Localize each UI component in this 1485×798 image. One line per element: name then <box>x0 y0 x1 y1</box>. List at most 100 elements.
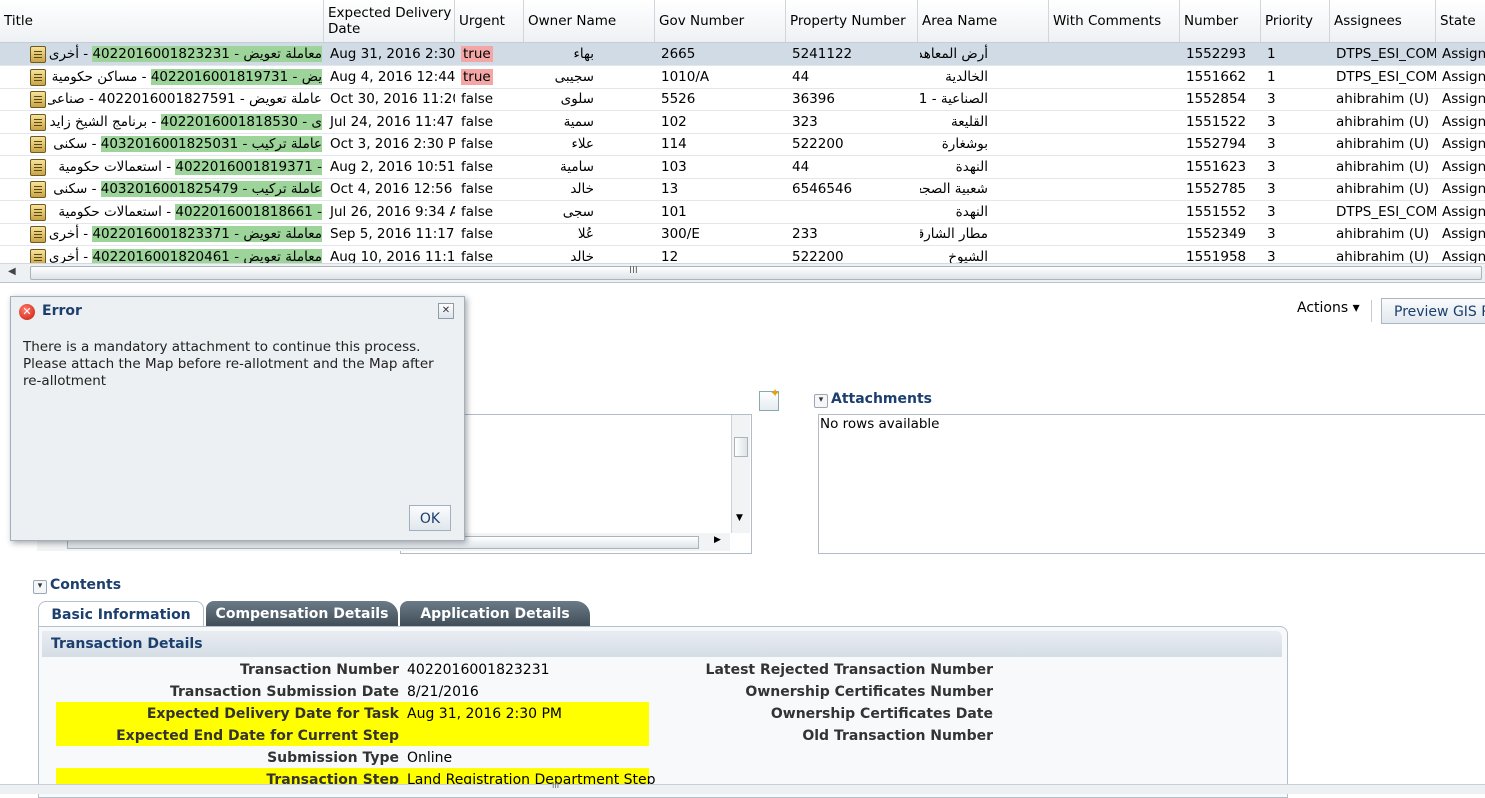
table-row[interactable]: - 4022016001819371 - استعمالات حكومية Aug… <box>0 156 1485 179</box>
table-row[interactable]: معاملة تعويض - 4022016001823371 - أخرى Se… <box>0 223 1485 246</box>
number-cell: 1551623 <box>1186 158 1247 175</box>
dialog-title: Error <box>42 303 82 319</box>
priority-cell: 3 <box>1267 181 1276 197</box>
column-header[interactable]: Property Number <box>786 0 918 42</box>
task-icon <box>30 158 46 176</box>
clipped-field-row: Transaction Step Land Registration Depar… <box>0 768 1485 784</box>
urgent-cell: false <box>457 88 524 110</box>
comments-cell <box>1051 111 1180 133</box>
date-cell: Oct 4, 2016 12:56 P <box>330 181 455 197</box>
table-row[interactable]: عاملة تركيب - 4032016001825479 - سكنى Oct… <box>0 178 1485 201</box>
priority-cell: 3 <box>1267 158 1276 175</box>
title-part: - سكنى <box>53 136 101 152</box>
table-row[interactable]: ى - 4022016001818530 - برنامج الشيخ زايد… <box>0 111 1485 134</box>
title-part: معاملة تعويض - 4022016001823371 <box>92 226 322 242</box>
scroll-down-icon[interactable]: ▼ <box>736 513 743 523</box>
table-row[interactable]: يض - 4022016001819731 - مساكن حكومية Aug … <box>0 66 1485 89</box>
column-header[interactable]: Number <box>1180 0 1261 42</box>
close-icon[interactable]: ✕ <box>438 303 454 319</box>
section-title: Transaction Details <box>51 636 203 652</box>
priority-cell: 3 <box>1267 226 1276 242</box>
assignee-cell: ahibrahim (U) <box>1336 181 1430 197</box>
table-row[interactable]: عاملة تركيب - 4032016001825031 - سكنى Oct… <box>0 133 1485 156</box>
assignee-cell: ahibrahim (U) <box>1336 158 1430 175</box>
title-part: - استعمالات حكومية <box>58 158 176 175</box>
preview-gis-plot-button[interactable]: Preview GIS Plo <box>1381 298 1485 324</box>
area-cell: الخالدية <box>945 68 988 85</box>
title-cell[interactable]: عاملة تعويض - 4022016001827591 - صناعى <box>48 88 322 110</box>
column-header[interactable]: Expected Delivery Date <box>324 0 455 42</box>
actions-menu[interactable]: Actions ▾ <box>1297 300 1360 316</box>
title-cell[interactable]: - 4022016001818661 - استعمالات حكومية <box>48 201 322 223</box>
comments-vertical-scrollbar[interactable]: ▼ <box>731 415 750 533</box>
column-header[interactable]: Gov Number <box>655 0 786 42</box>
number-cell: 1551552 <box>1186 203 1247 220</box>
column-header[interactable]: Priority <box>1261 0 1330 42</box>
field-label: Ownership Certificates Number <box>745 684 993 700</box>
table-row[interactable]: - 4022016001818661 - استعمالات حكومية Jul… <box>0 201 1485 224</box>
date-cell: Aug 4, 2016 12:44 P <box>330 68 455 85</box>
column-header[interactable]: Owner Name <box>524 0 655 42</box>
tab-compensation-details[interactable]: Compensation Details <box>206 601 398 627</box>
comments-cell <box>1051 223 1180 245</box>
date-cell: Jul 26, 2016 9:34 AM <box>330 203 455 220</box>
owner-cell: سجى <box>562 203 594 220</box>
column-header[interactable]: Assignees <box>1330 0 1436 42</box>
scroll-thumb[interactable] <box>734 437 748 457</box>
field-label: Transaction Number <box>239 662 399 678</box>
column-header[interactable]: With Comments <box>1049 0 1180 42</box>
gov-cell: 102 <box>661 113 687 130</box>
column-header[interactable]: Urgent <box>455 0 524 42</box>
task-icon <box>30 68 46 86</box>
column-header[interactable]: Area Name <box>918 0 1049 42</box>
title-cell[interactable]: - 4022016001819371 - استعمالات حكومية <box>48 156 322 178</box>
title-cell[interactable]: ى - 4022016001818530 - برنامج الشيخ زايد <box>48 111 322 133</box>
scroll-grip: III <box>552 781 560 790</box>
state-cell: Assigne <box>1442 91 1485 107</box>
number-cell: 1552785 <box>1186 181 1247 197</box>
task-icon <box>30 203 46 221</box>
scroll-thumb[interactable]: III <box>30 265 1482 280</box>
title-part: - سكنى <box>53 181 101 197</box>
urgent-value: false <box>461 203 494 220</box>
scroll-right-icon[interactable]: ▶ <box>714 535 721 545</box>
title-cell[interactable]: عاملة تركيب - 4032016001825479 - سكنى <box>48 178 322 200</box>
task-icon <box>30 226 46 243</box>
date-cell: Sep 5, 2016 11:17 A <box>330 226 455 242</box>
title-cell[interactable]: عاملة تركيب - 4032016001825031 - سكنى <box>48 133 322 155</box>
field-label: Expected Delivery Date for Task <box>146 706 399 722</box>
tab-application-details[interactable]: Application Details <box>400 601 590 627</box>
comments-cell <box>1051 88 1180 110</box>
chevron-down-icon[interactable]: ▾ <box>33 580 47 594</box>
comments-cell <box>1051 201 1180 223</box>
state-cell: Assigne <box>1442 203 1485 220</box>
urgent-cell: false <box>457 133 524 155</box>
title-cell[interactable]: معاملة تعويض - 4022016001823231 - أخرى <box>48 43 322 65</box>
tab-basic-information[interactable]: Basic Information <box>38 601 204 627</box>
column-header[interactable]: State <box>1436 0 1485 42</box>
attachments-list <box>818 414 1485 554</box>
table-row[interactable]: معاملة تعويض - 4022016001823231 - أخرى Au… <box>0 43 1485 66</box>
date-cell: Aug 2, 2016 10:51 A <box>330 158 455 175</box>
comments-cell <box>1051 156 1180 178</box>
title-part: - صناعى <box>48 91 99 107</box>
attachments-header[interactable]: ▾ Attachments <box>814 391 932 408</box>
chevron-down-icon[interactable]: ▾ <box>814 394 828 408</box>
urgent-cell: true <box>457 43 524 65</box>
task-icon <box>30 136 46 153</box>
title-cell[interactable]: يض - 4022016001819731 - مساكن حكومية <box>48 66 322 88</box>
gov-cell: 101 <box>661 203 687 220</box>
scroll-grip: III <box>629 265 638 276</box>
prop-cell: 323 <box>792 113 818 130</box>
column-header[interactable]: Title <box>0 0 324 42</box>
field-value: Online <box>407 750 453 766</box>
title-cell[interactable]: معاملة تعويض - 4022016001823371 - أخرى <box>48 223 322 245</box>
scroll-left-icon[interactable]: ◀ <box>8 266 16 277</box>
ok-button[interactable]: OK <box>409 505 451 531</box>
contents-header[interactable]: ▾ Contents <box>33 577 121 594</box>
toolbar-divider <box>1371 300 1372 322</box>
task-icon <box>30 181 46 198</box>
add-note-icon[interactable] <box>759 386 780 411</box>
table-row[interactable]: عاملة تعويض - 4022016001827591 - صناعى Oc… <box>0 88 1485 111</box>
field-label: Latest Rejected Transaction Number <box>705 662 993 678</box>
